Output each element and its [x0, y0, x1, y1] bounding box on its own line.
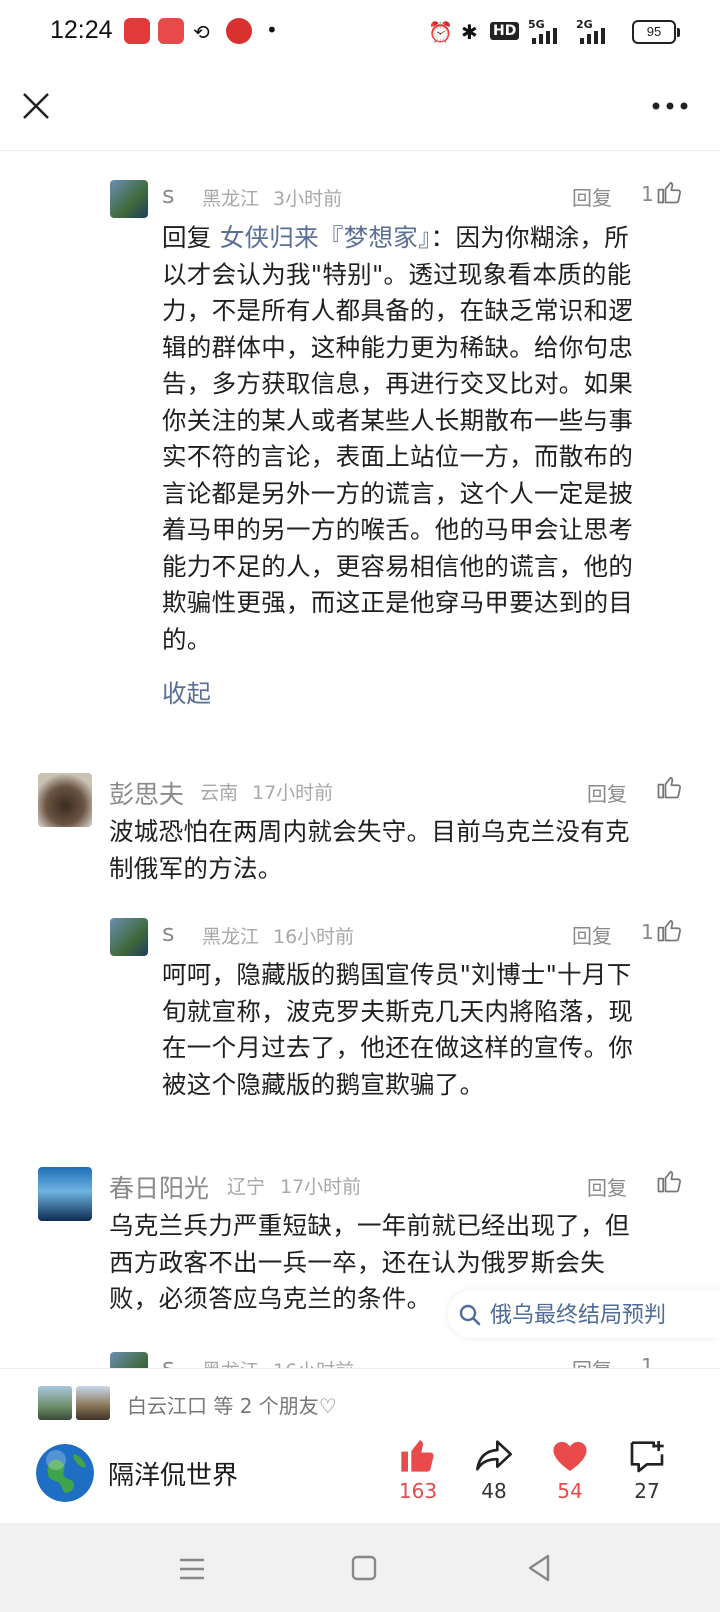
- collapse-button[interactable]: 收起: [162, 675, 211, 710]
- reply-button[interactable]: 回复: [572, 1354, 612, 1368]
- divider: [0, 150, 720, 151]
- comment-count: 27: [634, 1479, 660, 1503]
- battery-indicator: 95: [632, 20, 680, 44]
- reply-to-link[interactable]: 女侠归来『梦想家』: [220, 223, 431, 252]
- comment-time: 17小时前: [280, 1176, 362, 1198]
- app-notification-icon: [158, 18, 184, 44]
- status-time: 12:24: [50, 16, 113, 44]
- back-icon[interactable]: [526, 1553, 552, 1583]
- comment-location: 黑龙江: [202, 926, 260, 948]
- comment-location: 云南: [200, 782, 239, 804]
- comment-username[interactable]: s: [162, 1353, 175, 1368]
- comment-location: 黑龙江: [202, 188, 260, 210]
- user-avatar[interactable]: [110, 1352, 148, 1368]
- friends-liked-text[interactable]: 白云江口 等 2 个朋友♡: [127, 1390, 337, 1419]
- comment-add-icon[interactable]: [627, 1436, 667, 1476]
- comment-time: 3小时前: [273, 188, 343, 210]
- comment-username[interactable]: s: [162, 181, 175, 209]
- author-name[interactable]: 隔洋侃世界: [108, 1455, 238, 1492]
- more-icon[interactable]: [650, 96, 690, 116]
- comment-username[interactable]: s: [162, 919, 175, 947]
- hd-badge: HD: [490, 22, 520, 40]
- close-icon[interactable]: [20, 90, 52, 122]
- comment-username[interactable]: 彭思夫: [109, 775, 184, 811]
- thumbs-up-icon[interactable]: [655, 178, 683, 206]
- signal-icon: [576, 28, 610, 44]
- user-avatar[interactable]: [38, 773, 92, 827]
- comment-body: 波城恐怕在两周内就会失守。目前乌克兰没有克 制俄军的方法。: [109, 817, 630, 883]
- bluetooth-icon: ✱: [461, 20, 478, 44]
- thumbs-up-icon[interactable]: [655, 1167, 683, 1195]
- dot-icon: •: [266, 18, 278, 42]
- sync-icon: ⟲: [193, 20, 210, 44]
- reply-button[interactable]: 回复: [587, 1172, 627, 1201]
- comment-time: 16小时前: [273, 1356, 354, 1368]
- like-count: 1: [641, 920, 654, 944]
- user-avatar[interactable]: [38, 1167, 92, 1221]
- comment-time: 16小时前: [273, 926, 355, 948]
- related-search-text[interactable]: 俄乌最终结局预判: [490, 1297, 666, 1329]
- friend-avatar[interactable]: [76, 1386, 110, 1420]
- favorite-count: 54: [557, 1479, 583, 1503]
- like-count: 163: [398, 1479, 438, 1503]
- comment-body: 回复 女侠归来『梦想家』：因为你糊涂，所 以才会认为我"特别"。透过现象看本质的…: [162, 223, 634, 654]
- comment-location: 黑龙江: [202, 1356, 259, 1368]
- comment-partial: s 黑龙江 16小时前 回复 1: [0, 1340, 720, 1368]
- signal-icon: [528, 28, 562, 44]
- comment-username[interactable]: 春日阳光: [109, 1169, 209, 1205]
- thumbs-up-icon[interactable]: [655, 916, 683, 944]
- reply-button[interactable]: 回复: [572, 920, 612, 949]
- app-notification-icon: [124, 18, 150, 44]
- comment-location: 辽宁: [227, 1176, 266, 1198]
- share-icon[interactable]: [474, 1435, 514, 1475]
- menu-icon[interactable]: [178, 1556, 206, 1582]
- like-count: 1: [641, 182, 654, 206]
- author-avatar[interactable]: [36, 1444, 94, 1502]
- like-icon[interactable]: [398, 1435, 438, 1475]
- thumbs-up-icon[interactable]: [655, 773, 683, 801]
- alarm-icon: ⏰: [428, 20, 453, 44]
- home-icon[interactable]: [351, 1555, 377, 1581]
- user-avatar[interactable]: [110, 918, 148, 956]
- user-avatar[interactable]: [110, 180, 148, 218]
- reply-button[interactable]: 回复: [587, 778, 627, 807]
- share-count: 48: [481, 1479, 507, 1503]
- friend-avatar[interactable]: [38, 1386, 72, 1420]
- heart-icon[interactable]: [550, 1436, 590, 1476]
- like-count: 1: [641, 1354, 654, 1368]
- app-notification-icon: [226, 18, 252, 44]
- search-icon: [458, 1303, 482, 1327]
- comment-time: 17小时前: [252, 782, 334, 804]
- comment-body: 呵呵，隐藏版的鹅国宣传员"刘博士"十月下 旬就宣称，波克罗夫斯克几天内將陷落，现…: [162, 960, 634, 1099]
- reply-button[interactable]: 回复: [572, 182, 612, 211]
